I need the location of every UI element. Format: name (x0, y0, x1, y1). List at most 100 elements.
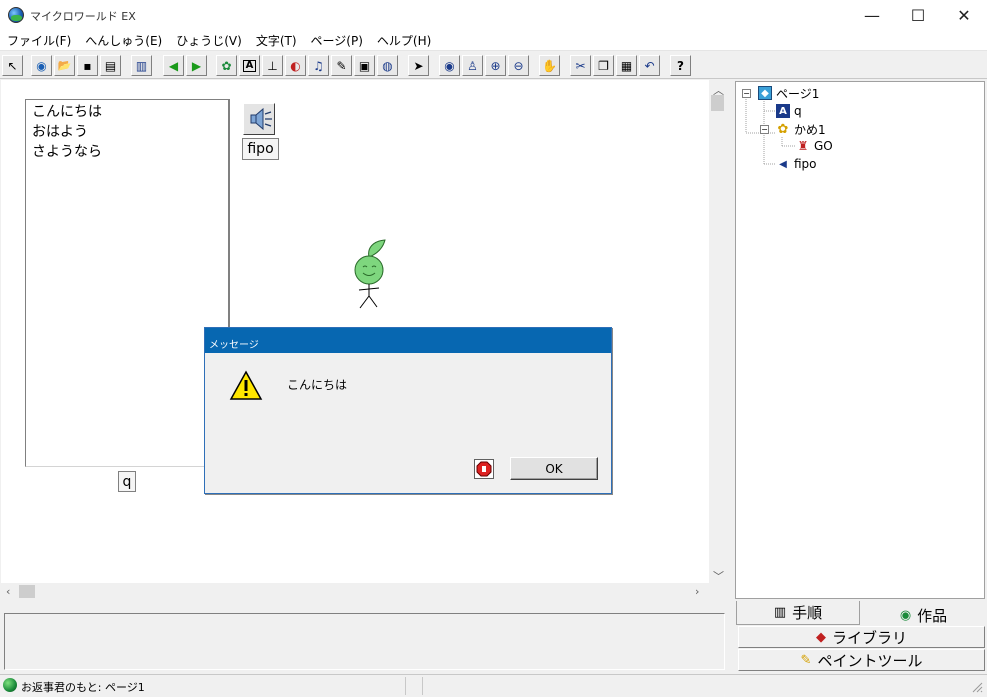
tb-btn-8[interactable]: ✿ (216, 55, 237, 76)
tree-label: GO (814, 139, 833, 153)
tb-btn-26[interactable]: ? (670, 55, 691, 76)
tb-btn-9[interactable]: A (239, 55, 260, 76)
horizontal-scrollbar[interactable]: ‹ › (1, 583, 709, 600)
zoom-out-icon: ⊖ (513, 58, 524, 73)
tb-btn-3[interactable]: ▪ (77, 55, 98, 76)
warning-icon (229, 370, 263, 400)
menu-view[interactable]: ひょうじ(V) (169, 31, 249, 51)
tb-btn-14[interactable]: ▣ (354, 55, 375, 76)
scroll-down-icon[interactable]: ﹀ (713, 568, 724, 584)
menu-file[interactable]: ファイル(F) (0, 31, 78, 51)
status-text: お返事君のもと: ページ1 (21, 681, 145, 694)
textbox-icon: A (242, 59, 257, 72)
library-button[interactable]: ◆ ライブラリ (738, 626, 985, 648)
tb-btn-18[interactable]: ♙ (462, 55, 483, 76)
tb-btn-11[interactable]: ◐ (285, 55, 306, 76)
tb-btn-10[interactable]: ⊥ (262, 55, 283, 76)
menu-page[interactable]: ページ(P) (304, 31, 370, 51)
listbox-caption[interactable]: q (118, 471, 136, 492)
tab-label: 作品 (917, 606, 948, 625)
tb-btn-22[interactable]: ✂ (570, 55, 591, 76)
tb-btn-15[interactable]: ◍ (377, 55, 398, 76)
scroll-right-icon[interactable]: › (695, 585, 699, 598)
vertical-scroll-thumb[interactable] (711, 95, 724, 111)
dialog-stop-button[interactable] (474, 459, 494, 479)
zoom-in-icon: ⊕ (490, 58, 501, 73)
toolbar: ↖ ◉ 📂 ▪ ▤ ▥ ◀ ▶ ✿ A ⊥ ◐ ♫ ✎ ▣ ◍ ➤ ◉ ♙ ⊕ … (0, 52, 987, 79)
resize-grip-icon[interactable] (971, 681, 983, 693)
tb-btn-23[interactable]: ❐ (593, 55, 614, 76)
list-item[interactable]: こんにちは (32, 102, 229, 122)
menu-edit[interactable]: へんしゅう(E) (78, 31, 169, 51)
dialog-title: メッセージ (205, 328, 611, 353)
tb-btn-13[interactable]: ✎ (331, 55, 352, 76)
tb-btn-16[interactable]: ➤ (408, 55, 429, 76)
minimize-button[interactable]: — (849, 0, 895, 31)
tree-item-go[interactable]: ♜ GO (796, 137, 833, 155)
hatch-icon: ✿ (221, 58, 232, 73)
eye-icon: ◉ (444, 58, 455, 73)
maximize-icon: ☐ (910, 6, 926, 25)
tb-btn-1[interactable]: ◉ (31, 55, 52, 76)
stamp-icon: ♙ (467, 58, 478, 73)
tb-btn-20[interactable]: ⊖ (508, 55, 529, 76)
button-label: ペイントツール (817, 651, 923, 670)
status-divider (405, 677, 423, 695)
list-item[interactable]: おはよう (32, 122, 229, 142)
sound-object[interactable] (243, 103, 275, 135)
horizontal-scroll-thumb[interactable] (19, 585, 35, 598)
turtle-character[interactable] (345, 238, 395, 310)
tree-item-turtle1[interactable]: ✿ かめ1 (776, 120, 826, 138)
sound-caption[interactable]: fipo (242, 138, 279, 160)
stop-icon: ✋ (542, 58, 557, 73)
tree-item-fipo[interactable]: ◀ fipo (776, 155, 817, 173)
listbox[interactable]: こんにちは おはよう さようなら (25, 99, 230, 467)
tb-btn-2[interactable]: 📂 (54, 55, 75, 76)
cut-icon: ✂ (575, 58, 586, 73)
pointer-icon: ↖ (7, 58, 18, 73)
tb-btn-0[interactable]: ↖ (2, 55, 23, 76)
vertical-scrollbar[interactable]: ︿ ﹀ (709, 80, 726, 583)
tb-btn-12[interactable]: ♫ (308, 55, 329, 76)
tb-btn-21[interactable]: ✋ (539, 55, 560, 76)
tree-collapse-icon[interactable]: − (760, 125, 769, 134)
save-icon: ▪ (83, 58, 92, 73)
tb-btn-7[interactable]: ▶ (186, 55, 207, 76)
page-view-icon: ▥ (135, 58, 148, 73)
menu-text[interactable]: 文字(T) (249, 31, 304, 51)
tb-btn-4[interactable]: ▤ (100, 55, 121, 76)
print-icon: ▤ (104, 58, 117, 73)
music-icon: ♫ (313, 58, 324, 73)
turtle-icon: ✿ (777, 121, 789, 137)
tb-btn-24[interactable]: ▦ (616, 55, 637, 76)
paint-tool-button[interactable]: ✎ ペイントツール (738, 649, 985, 671)
tree-item-q[interactable]: A q (776, 102, 802, 120)
tree-collapse-icon[interactable]: − (742, 89, 751, 98)
movie-icon: ▣ (358, 58, 371, 73)
tab-works[interactable]: ◉ 作品 (862, 603, 985, 627)
command-area[interactable] (4, 613, 725, 670)
tb-btn-5[interactable]: ▥ (131, 55, 152, 76)
globe-icon: ◉ (36, 58, 47, 73)
tb-btn-19[interactable]: ⊕ (485, 55, 506, 76)
menu-help[interactable]: ヘルプ(H) (370, 31, 438, 51)
tb-btn-25[interactable]: ↶ (639, 55, 660, 76)
tb-btn-17[interactable]: ◉ (439, 55, 460, 76)
tab-procedures[interactable]: ▥ 手順 (736, 601, 860, 625)
speaker-icon: ◀ (779, 158, 787, 170)
ok-button[interactable]: OK (510, 457, 598, 480)
camera-icon: ◍ (382, 58, 393, 73)
tree-label: fipo (794, 157, 817, 171)
status-bar: お返事君のもと: ページ1 (0, 674, 987, 697)
tree-label: q (794, 104, 802, 118)
arrow-right-icon: ▶ (191, 58, 202, 73)
maximize-button[interactable]: ☐ (895, 0, 941, 31)
tree-item-page1[interactable]: ◆ ページ1 (758, 84, 819, 102)
tb-btn-6[interactable]: ◀ (163, 55, 184, 76)
list-item[interactable]: さようなら (32, 142, 229, 162)
help-icon: ? (677, 58, 684, 73)
brush-icon: ✎ (800, 652, 812, 668)
close-button[interactable]: ✕ (941, 0, 987, 31)
paint-icon: ◐ (290, 58, 301, 73)
scroll-left-icon[interactable]: ‹ (6, 585, 10, 598)
